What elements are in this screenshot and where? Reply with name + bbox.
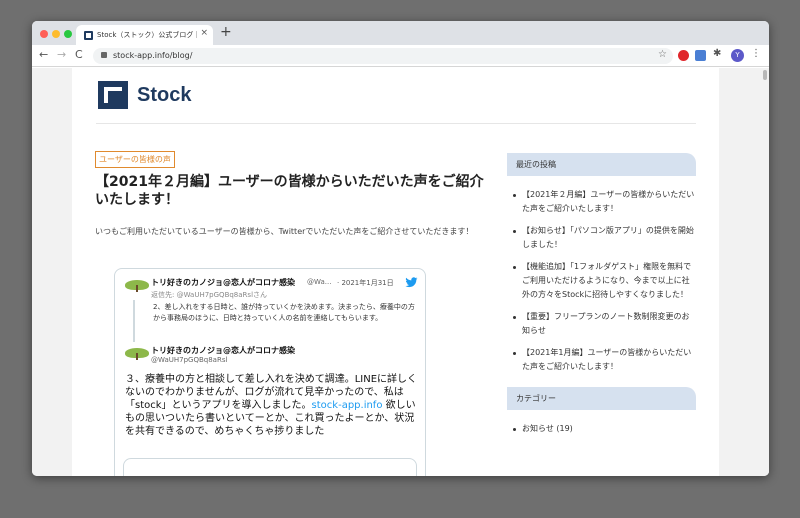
bookmark-star-icon[interactable]: ☆ bbox=[658, 49, 667, 60]
recent-post-link[interactable]: 【重要】フリープランのノート数制限変更のお知らせ bbox=[522, 312, 690, 335]
category-list: お知らせ (19) bbox=[507, 410, 696, 436]
category-item[interactable]: お知らせ (19) bbox=[510, 422, 696, 436]
close-window-button[interactable] bbox=[40, 30, 48, 38]
thread-line bbox=[133, 300, 135, 342]
recent-post-link[interactable]: 【2021年1月編】ユーザーの皆様からいただいた声をご紹介いたします！ bbox=[522, 348, 691, 371]
tweet-link[interactable]: stock-app.info bbox=[312, 400, 383, 411]
tab-title: Stock（ストック）公式ブログ｜チ bbox=[97, 31, 197, 39]
recent-post-item[interactable]: 【2021年1月編】ユーザーの皆様からいただいた声をご紹介いたします！ bbox=[510, 346, 696, 374]
recent-posts-list: 【2021年２月編】ユーザーの皆様からいただいた声をご紹介いたします！ 【お知ら… bbox=[507, 176, 696, 374]
reload-icon[interactable]: C bbox=[75, 48, 83, 61]
browser-toolbar: ← → C stock-app.info/blog/ ☆ ✱ Y ⋮ bbox=[32, 45, 769, 67]
category-heading: カテゴリー bbox=[507, 387, 696, 410]
header-divider bbox=[96, 123, 696, 124]
tab-bar: Stock（ストック）公式ブログ｜チ × + bbox=[32, 21, 769, 45]
tweet-reply-to[interactable]: 返信先: @WaUH7pGQBq8aRslさん bbox=[151, 290, 267, 300]
recent-post-item[interactable]: 【機能追加】「1フォルダゲスト」権限を無料でご利用いただけるようになり、今まで以… bbox=[510, 260, 696, 302]
post-main: ユーザーの皆様の声 【2021年２月編】ユーザーの皆様からいただいた声をご紹介い… bbox=[95, 147, 487, 239]
stock-logo-icon[interactable] bbox=[98, 81, 128, 109]
tweet-quoted-text: 2、差し入れをする日時と、誰が持っていくかを決めます。決まったら、療養中の方から… bbox=[153, 303, 415, 322]
sidebar: 最近の投稿 【2021年２月編】ユーザーの皆様からいただいた声をご紹介いたします… bbox=[507, 153, 696, 436]
tab-close-icon[interactable]: × bbox=[200, 28, 208, 38]
recent-post-item[interactable]: 【2021年２月編】ユーザーの皆様からいただいた声をご紹介いたします！ bbox=[510, 188, 696, 216]
forward-arrow-icon[interactable]: → bbox=[57, 48, 66, 61]
tweet-avatar-2[interactable] bbox=[125, 346, 149, 360]
tweet-text: ３、療養中の方と相談して差し入れを決めて調達。LINEに詳しくないのでわかりませ… bbox=[125, 373, 421, 438]
zoom-window-button[interactable] bbox=[64, 30, 72, 38]
tweet-date[interactable]: · 2021年1月31日 bbox=[337, 278, 394, 288]
browser-window: Stock（ストック）公式ブログ｜チ × + ← → C stock-app.i… bbox=[32, 21, 769, 476]
stock-favicon-icon bbox=[84, 31, 93, 40]
recent-post-item[interactable]: 【お知らせ】「パソコン版アプリ」の提供を開始しました！ bbox=[510, 224, 696, 252]
extension-red-icon[interactable] bbox=[678, 50, 689, 61]
browser-menu-icon[interactable]: ⋮ bbox=[751, 48, 761, 59]
minimize-window-button[interactable] bbox=[52, 30, 60, 38]
recent-posts-heading: 最近の投稿 bbox=[507, 153, 696, 176]
recent-post-link[interactable]: 【機能追加】「1フォルダゲスト」権限を無料でご利用いただけるようになり、今まで以… bbox=[522, 262, 691, 299]
url-text[interactable]: stock-app.info/blog/ bbox=[113, 51, 192, 60]
tweet-avatar[interactable] bbox=[125, 278, 149, 292]
profile-avatar[interactable]: Y bbox=[731, 49, 744, 62]
scrollbar-thumb[interactable] bbox=[763, 70, 767, 80]
extensions-puzzle-icon[interactable]: ✱ bbox=[713, 48, 721, 59]
recent-post-item[interactable]: 【重要】フリープランのノート数制限変更のお知らせ bbox=[510, 310, 696, 338]
twitter-bird-icon[interactable] bbox=[405, 277, 418, 288]
recent-post-link[interactable]: 【お知らせ】「パソコン版アプリ」の提供を開始しました！ bbox=[522, 226, 694, 249]
post-title: 【2021年２月編】ユーザーの皆様からいただいた声をご紹介いたします！ bbox=[95, 174, 484, 208]
tweet-author-name-2[interactable]: トリ好きのカノジョ@恋人がコロナ感染 bbox=[151, 345, 295, 356]
address-bar[interactable]: stock-app.info/blog/ ☆ bbox=[93, 48, 673, 64]
tweet-author-name[interactable]: トリ好きのカノジョ@恋人がコロナ感染 bbox=[151, 277, 295, 288]
category-link[interactable]: お知らせ (19) bbox=[522, 424, 573, 433]
recent-post-link[interactable]: 【2021年２月編】ユーザーの皆様からいただいた声をご紹介いたします！ bbox=[522, 190, 694, 213]
post-category-tag[interactable]: ユーザーの皆様の声 bbox=[95, 151, 175, 168]
lock-icon bbox=[101, 52, 107, 58]
blog-page: Stock ユーザーの皆様の声 【2021年２月編】ユーザーの皆様からいただいた… bbox=[72, 68, 719, 476]
tweet-author-handle[interactable]: @Wa... bbox=[307, 278, 331, 286]
post-intro: いつもご利用いただいているユーザーの皆様から、Twitterでいただいた声をご紹… bbox=[95, 227, 474, 236]
new-tab-button[interactable]: + bbox=[220, 24, 232, 40]
translate-extension-icon[interactable] bbox=[695, 50, 706, 61]
tweet-author-handle-2[interactable]: @WaUH7pGQBq8aRsl bbox=[151, 356, 227, 364]
embedded-tweet[interactable]: トリ好きのカノジョ@恋人がコロナ感染 @Wa... · 2021年1月31日 返… bbox=[114, 268, 426, 476]
site-logo-text[interactable]: Stock bbox=[137, 84, 191, 107]
page-scrollbar[interactable] bbox=[761, 68, 769, 476]
back-arrow-icon[interactable]: ← bbox=[39, 48, 48, 61]
tweet-link-card[interactable] bbox=[123, 458, 417, 476]
tab-stock-blog[interactable]: Stock（ストック）公式ブログ｜チ × bbox=[76, 25, 213, 45]
page-viewport: Stock ユーザーの皆様の声 【2021年２月編】ユーザーの皆様からいただいた… bbox=[32, 68, 769, 476]
